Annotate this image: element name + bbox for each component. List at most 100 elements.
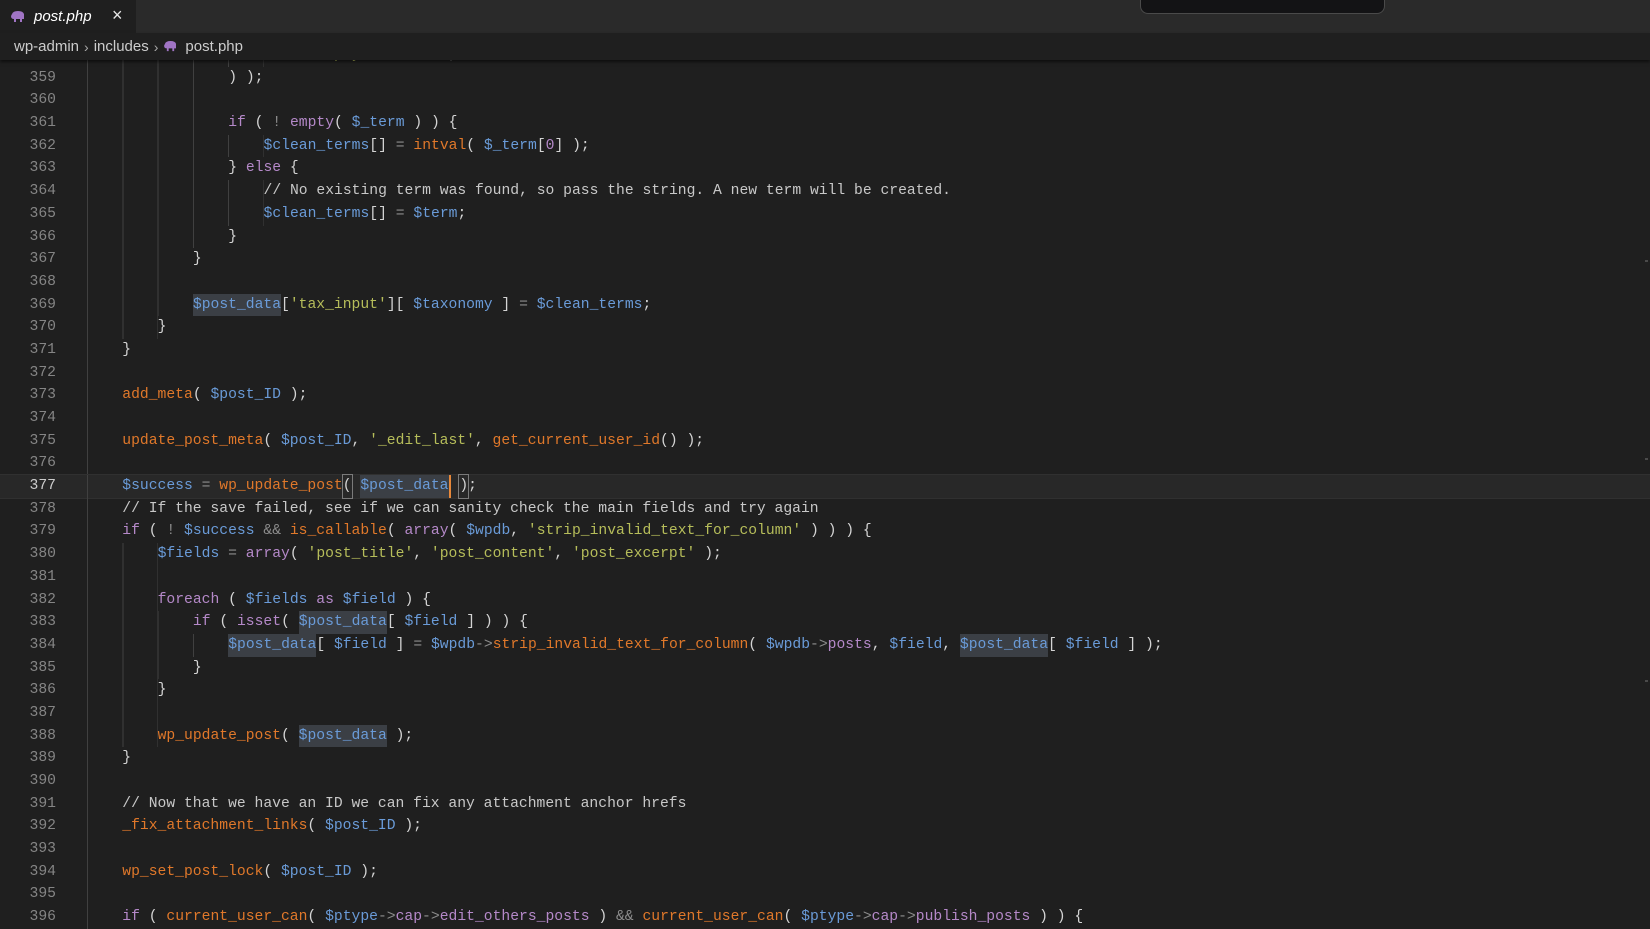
- punctuation-token: ;: [457, 205, 467, 222]
- variable-token: $field: [342, 591, 396, 608]
- punctuation-token: [281, 112, 290, 135]
- vertical-scrollbar[interactable]: [1636, 60, 1650, 913]
- punctuation-token: [175, 520, 184, 543]
- keyword-token: else: [245, 160, 282, 177]
- punctuation-token: ]: [386, 636, 414, 653]
- punctuation-token: }: [122, 341, 132, 358]
- close-icon[interactable]: ×: [112, 5, 123, 26]
- punctuation-token: [255, 520, 264, 543]
- command-center[interactable]: [1140, 0, 1385, 14]
- variable-token: $ptype: [325, 909, 378, 926]
- line-number: 390: [29, 773, 56, 789]
- code-line[interactable]: 366}: [0, 225, 1650, 249]
- variable-token: $post_ID: [280, 432, 352, 449]
- punctuation-token: [193, 475, 202, 498]
- code-line[interactable]: 368: [0, 270, 1650, 294]
- code-text: }: [87, 679, 166, 702]
- code-line[interactable]: 367}: [0, 248, 1650, 271]
- indent-guides: [87, 316, 158, 339]
- code-line[interactable]: 383 if ( isset( $post_data[ $field ] ) ) …: [0, 611, 1650, 634]
- breadcrumb-item-wp-admin[interactable]: wp-admin: [14, 38, 79, 55]
- variable-token-highlighted: $post_data: [298, 724, 387, 748]
- code-line[interactable]: 364 // No existing term was found, so pas…: [0, 180, 1650, 203]
- keyword-token: foreach: [157, 591, 220, 608]
- code-line[interactable]: 389}: [0, 747, 1650, 770]
- code-line[interactable]: 365 $clean_terms[] = $term;: [0, 202, 1650, 226]
- variable-token: $wpdb: [765, 636, 811, 653]
- breadcrumb-item-post-php[interactable]: post.php: [185, 38, 243, 55]
- line-number: 359: [29, 69, 56, 86]
- indent-guides: [87, 543, 158, 566]
- code-line[interactable]: 362 $clean_terms[] = intval( $_term[0] );: [0, 134, 1650, 158]
- punctuation-token: (: [307, 909, 326, 926]
- code-line[interactable]: 359 ) );: [0, 66, 1650, 90]
- code-editor[interactable]: 358'hide_empty' => false,359) );360361if…: [0, 44, 1650, 929]
- code-line[interactable]: 379 if ( ! $success && is_callable( array…: [0, 520, 1650, 544]
- punctuation-token: }: [157, 682, 167, 699]
- indent-guides: [87, 248, 193, 271]
- line-number: 392: [29, 818, 56, 835]
- code-line[interactable]: 384 $post_data[ $field ] = $wpdb -> strip_i…: [0, 633, 1650, 657]
- code-text: [87, 452, 123, 476]
- code-line[interactable]: 381: [0, 565, 1650, 589]
- comment-token: // If the save failed, see if we can san…: [122, 500, 819, 517]
- code-line[interactable]: 375 update_post_meta( $post_ID, '_edit_la…: [0, 429, 1650, 453]
- code-line[interactable]: 394 wp_set_post_lock( $post_ID );: [0, 860, 1650, 884]
- line-number: 363: [29, 160, 56, 177]
- variable-token: $success: [122, 478, 193, 495]
- code-text: [87, 565, 158, 589]
- line-number: 378: [29, 500, 56, 517]
- code-line[interactable]: 374: [0, 407, 1650, 430]
- code-line[interactable]: 380 $fields = array( 'post_title', 'post_…: [0, 543, 1650, 566]
- variable-token: $wpdb: [430, 636, 476, 653]
- line-number: 360: [29, 92, 56, 109]
- code-line[interactable]: 372: [0, 361, 1650, 385]
- code-line[interactable]: 393: [0, 838, 1650, 861]
- tab-post-php[interactable]: post.php ×: [0, 0, 136, 33]
- punctuation-token: []: [369, 205, 396, 222]
- code-line[interactable]: 391 // Now that we have an ID we can fix …: [0, 792, 1650, 816]
- punctuation-token: ) {: [395, 591, 431, 608]
- breadcrumb-item-includes[interactable]: includes: [94, 38, 149, 55]
- variable-token: $wpdb: [466, 523, 511, 540]
- function-token: intval: [413, 137, 467, 154]
- code-line[interactable]: 390: [0, 770, 1650, 793]
- code-line[interactable]: 392 _fix_attachment_links( $post_ID );: [0, 815, 1650, 839]
- indent-guides: [87, 384, 123, 407]
- punctuation-token: (: [448, 523, 467, 540]
- code-line[interactable]: 388 wp_update_post( $post_data );: [0, 724, 1650, 748]
- indent-guides: [87, 815, 123, 839]
- punctuation-token: [: [316, 636, 334, 653]
- code-line[interactable]: 378 // If the save failed, see if we can …: [0, 497, 1650, 521]
- code-line[interactable]: 387: [0, 701, 1650, 725]
- code-line[interactable]: 385}: [0, 656, 1650, 680]
- indent-guides: [87, 747, 123, 770]
- code-line[interactable]: 395: [0, 883, 1650, 907]
- code-line[interactable]: 361 if ( ! empty( $_term ) ) {: [0, 112, 1650, 135]
- code-line[interactable]: 382 foreach ( $fields as $field ) {: [0, 588, 1650, 612]
- line-number: 389: [29, 750, 56, 767]
- operator-token: ->: [422, 909, 440, 926]
- code-line[interactable]: 377 $success = wp_update_post( $post_data…: [0, 474, 1650, 499]
- code-line[interactable]: 369 $post_data['tax_input'][ $taxonomy ] …: [0, 293, 1650, 317]
- punctuation-token: [405, 135, 414, 158]
- line-number: 383: [29, 614, 56, 631]
- code-line[interactable]: 386}: [0, 679, 1650, 702]
- code-line[interactable]: 376: [0, 452, 1650, 476]
- code-text: [87, 838, 123, 861]
- punctuation-token: ,: [871, 636, 890, 653]
- indent-guides: [87, 520, 123, 544]
- operator-token: =: [395, 205, 405, 222]
- code-line[interactable]: 396 if ( current_user_can( $ptype -> cap -> e…: [0, 906, 1650, 929]
- code-line[interactable]: 363} else {: [0, 157, 1650, 181]
- function-token: is_callable: [289, 523, 387, 540]
- php-elephant-icon: [164, 41, 177, 52]
- code-line[interactable]: 370}: [0, 316, 1650, 339]
- keyword-token: array: [404, 523, 449, 540]
- code-line[interactable]: 373 add_meta( $post_ID );: [0, 384, 1650, 407]
- code-line[interactable]: 371}: [0, 338, 1650, 362]
- code-line[interactable]: 360: [0, 89, 1650, 113]
- punctuation-token: ] ) ) {: [457, 614, 528, 631]
- line-number: 381: [29, 568, 56, 585]
- punctuation-token: ) );: [228, 69, 264, 86]
